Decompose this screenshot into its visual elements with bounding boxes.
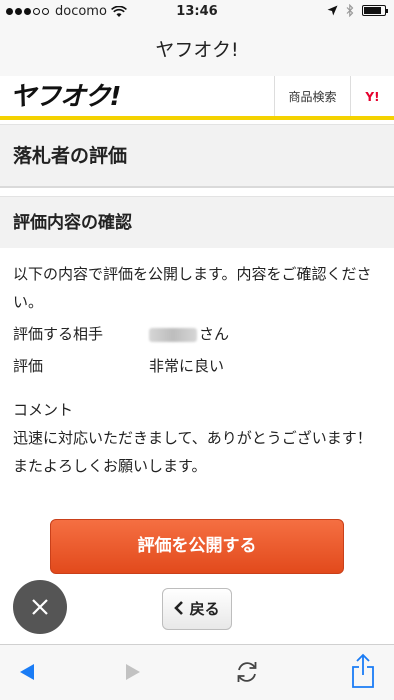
back-button[interactable]: 戻る: [162, 588, 232, 630]
rating-target-value: さん: [149, 320, 229, 348]
rating-row: 評価 非常に良い: [13, 352, 385, 380]
comment-text: 迅速に対応いただきまして、ありがとうございます！またよろしくお願いします。: [13, 429, 372, 475]
rating-target-row: 評価する相手 さん: [13, 320, 385, 348]
status-right: [327, 4, 388, 17]
status-bar: docomo 13:46: [0, 0, 394, 24]
rating-label: 評価: [13, 357, 44, 375]
confirmation-content: 以下の内容で評価を公開します。内容をご確認ください。 評価する相手 さん 評価 …: [13, 260, 385, 480]
comment-label: コメント: [13, 401, 74, 419]
rating-value: 非常に良い: [149, 357, 225, 375]
bluetooth-icon: [346, 4, 354, 17]
forward-arrow-icon[interactable]: [124, 662, 142, 682]
product-search-link[interactable]: 商品検索: [274, 76, 350, 116]
browser-page-title: ヤフオク!: [0, 24, 394, 76]
section-heading: 評価内容の確認: [0, 196, 394, 248]
location-icon: [327, 5, 338, 16]
page-title: 落札者の評価: [0, 124, 394, 188]
share-icon[interactable]: [350, 653, 376, 689]
browser-toolbar: [0, 644, 394, 700]
battery-fill: [364, 7, 381, 14]
intro-text: 以下の内容で評価を公開します。内容をご確認ください。: [13, 265, 372, 311]
close-icon: [32, 598, 48, 615]
close-button[interactable]: [13, 580, 67, 634]
site-logo[interactable]: ヤフオク!: [0, 76, 274, 116]
back-button-label: 戻る: [189, 600, 220, 618]
honorific-suffix: さん: [199, 325, 230, 343]
yahoo-link[interactable]: Y!: [350, 76, 394, 116]
battery-icon: [362, 5, 388, 16]
chevron-left-icon: [174, 601, 184, 615]
reload-icon[interactable]: [234, 659, 260, 685]
site-header: ヤフオク! 商品検索 Y!: [0, 76, 394, 120]
blurred-username: [149, 327, 197, 342]
rating-target-label: 評価する相手: [13, 325, 104, 343]
back-arrow-icon[interactable]: [18, 662, 36, 682]
publish-rating-button[interactable]: 評価を公開する: [50, 519, 344, 574]
